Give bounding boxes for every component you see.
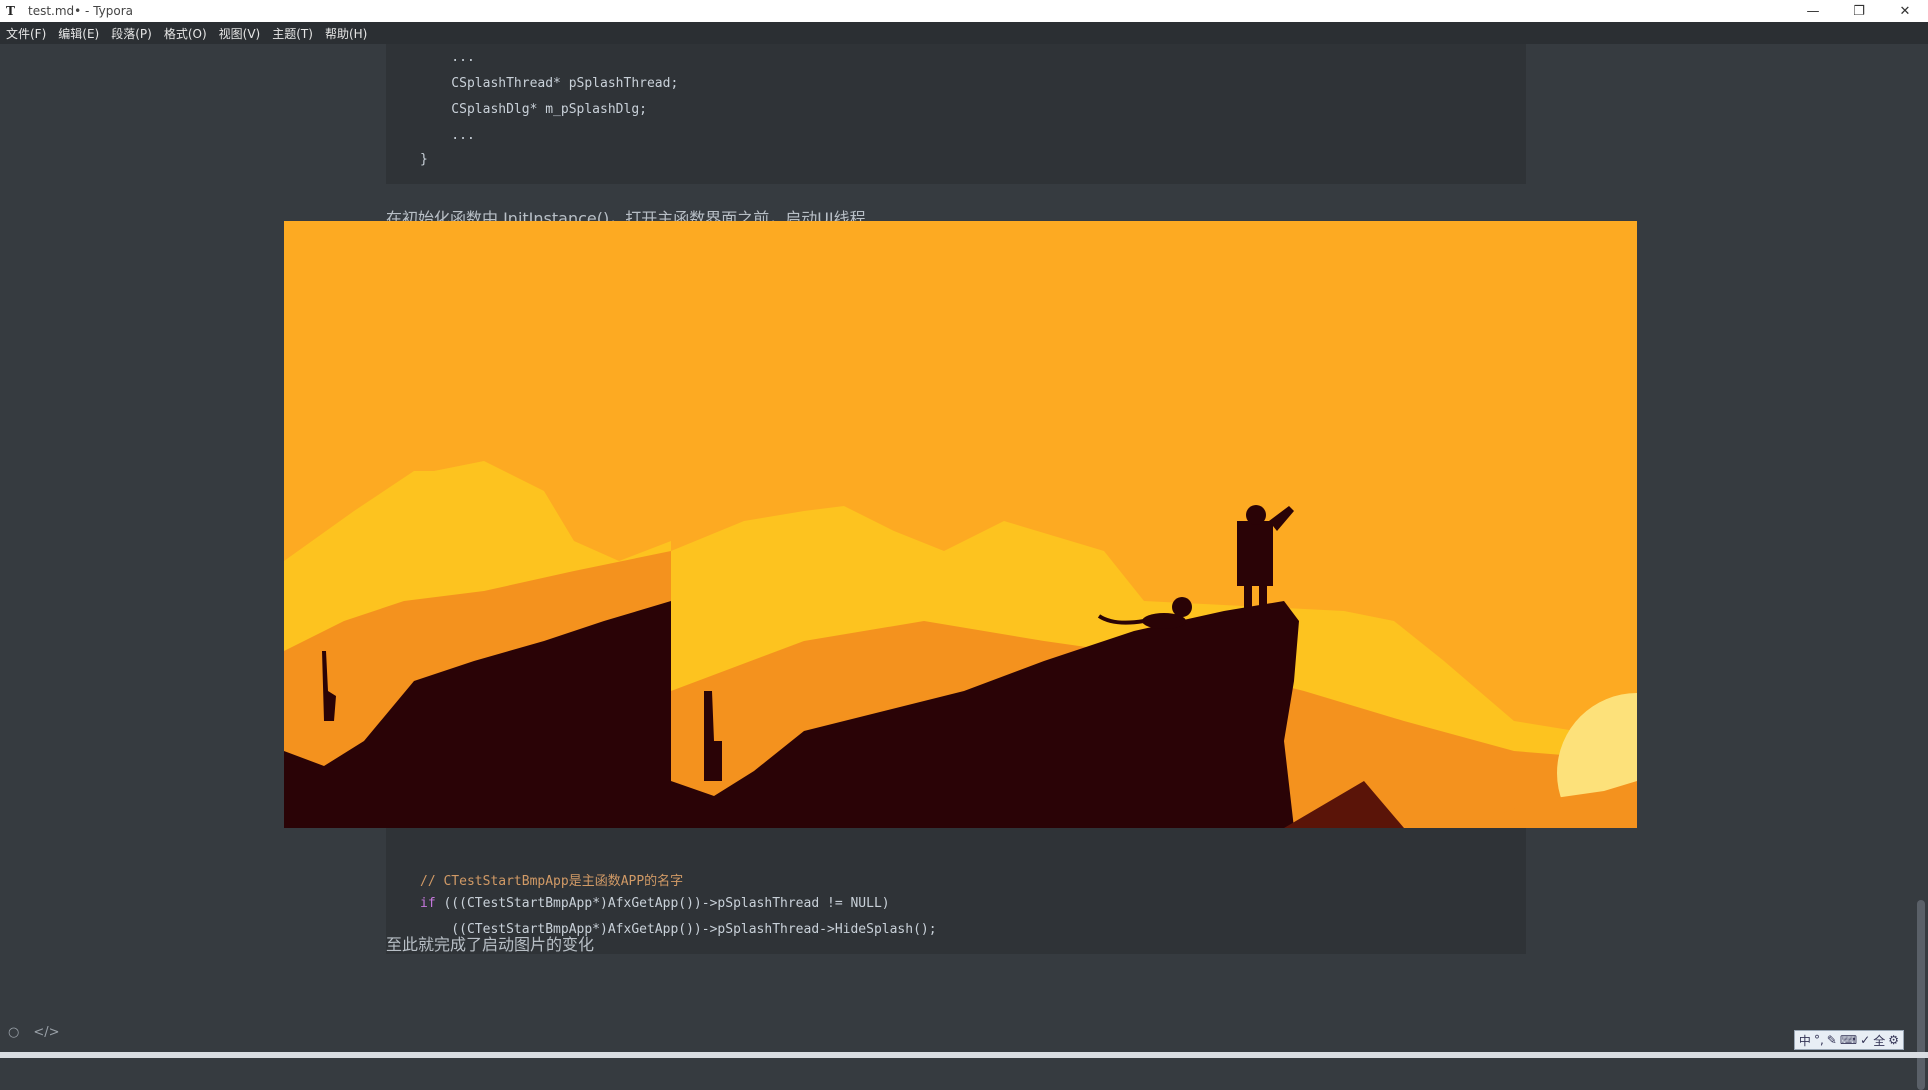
menu-paragraph[interactable]: 段落(P): [105, 25, 158, 42]
close-button[interactable]: ✕: [1882, 0, 1928, 22]
window-controls: — ❐ ✕: [1790, 0, 1928, 22]
code-line: }: [420, 152, 428, 167]
menu-format[interactable]: 格式(O): [158, 25, 213, 42]
ime-settings-icon[interactable]: ⚙: [1888, 1033, 1899, 1047]
scroll-thumb[interactable]: [1917, 900, 1925, 1090]
ime-keyboard-icon[interactable]: ⌨: [1840, 1033, 1857, 1047]
code-comment: // CTestStartBmpApp是主函数APP的名字: [420, 874, 684, 889]
splash-image: [284, 221, 1637, 828]
ime-chinese-icon[interactable]: 中: [1799, 1032, 1811, 1049]
typora-app-icon: T: [6, 4, 15, 18]
code-line: CSplashDlg* m_pSplashDlg;: [420, 102, 647, 117]
ime-punctuation-icon[interactable]: °,: [1814, 1033, 1824, 1047]
desert-landscape-illustration: [284, 221, 1637, 828]
status-bar-left: ○ </>: [8, 1025, 60, 1040]
outline-toggle-icon[interactable]: ○: [8, 1025, 19, 1040]
ime-pen-icon[interactable]: ✎: [1827, 1033, 1837, 1047]
code-block-top[interactable]: ... CSplashThread* pSplashThread; CSplas…: [386, 44, 1526, 184]
ime-toolbar[interactable]: 中 °, ✎ ⌨ ✓ 全 ⚙: [1793, 1030, 1904, 1050]
window-title: test.md• - Typora: [28, 4, 134, 18]
menu-file[interactable]: 文件(F): [0, 25, 52, 42]
menu-edit[interactable]: 编辑(E): [52, 25, 105, 42]
menu-help[interactable]: 帮助(H): [319, 25, 373, 42]
paragraph-done[interactable]: 至此就完成了启动图片的变化: [386, 931, 594, 955]
code-line: if (((CTestStartBmpApp*)AfxGetApp())->pS…: [420, 896, 890, 911]
menu-bar: 文件(F) 编辑(E) 段落(P) 格式(O) 视图(V) 主题(T) 帮助(H…: [0, 22, 1928, 44]
restore-button[interactable]: ❐: [1836, 0, 1882, 22]
ime-check-icon[interactable]: ✓: [1860, 1033, 1870, 1047]
code-line: ...: [420, 50, 475, 65]
code-text: (((CTestStartBmpApp*)AfxGetApp())->pSpla…: [435, 896, 890, 911]
vertical-scrollbar[interactable]: [1912, 44, 1928, 1090]
code-line: ...: [420, 128, 475, 143]
code-keyword: if: [420, 896, 436, 911]
code-line: CSplashThread* pSplashThread;: [420, 76, 679, 91]
title-bar: T test.md• - Typora — ❐ ✕: [0, 0, 1928, 22]
menu-theme[interactable]: 主题(T): [266, 25, 319, 42]
minimize-button[interactable]: —: [1790, 0, 1836, 22]
taskbar: [0, 1052, 1928, 1058]
source-code-mode-icon[interactable]: </>: [33, 1025, 59, 1040]
menu-view[interactable]: 视图(V): [213, 25, 267, 42]
ime-fullwidth-icon[interactable]: 全: [1873, 1032, 1885, 1049]
